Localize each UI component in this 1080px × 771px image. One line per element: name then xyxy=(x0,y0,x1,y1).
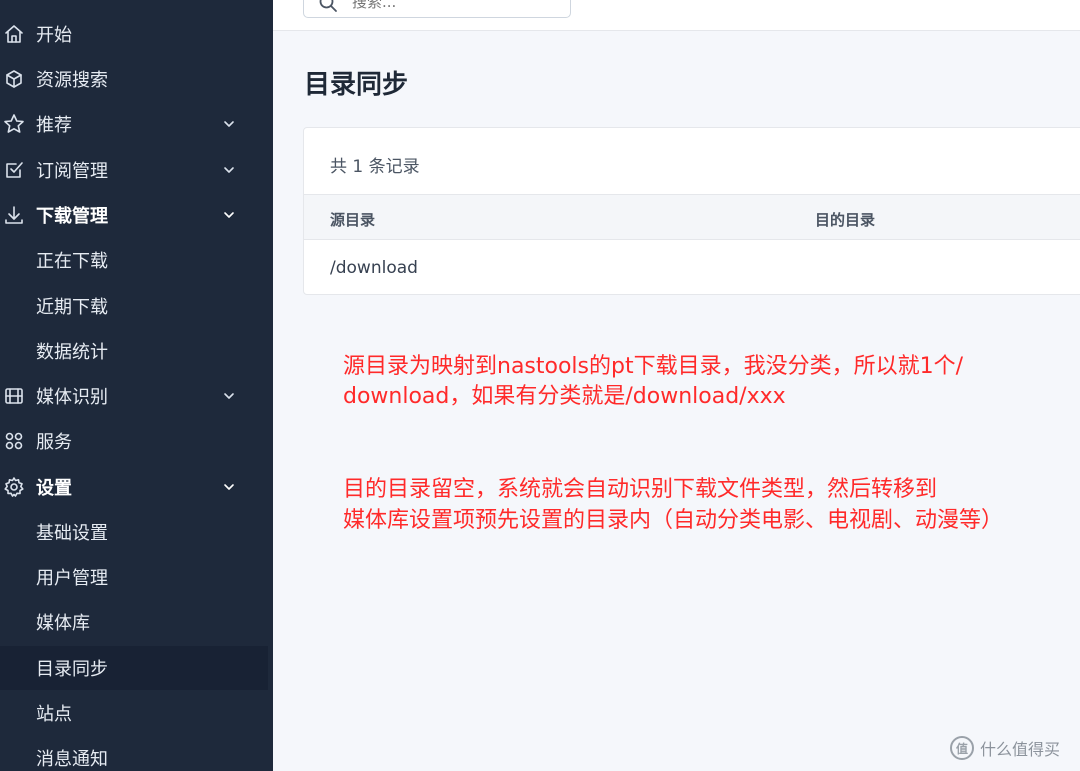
annotation-line-1: 源目录为映射到nastools的pt下载目录，我没分类，所以就1个/ xyxy=(343,354,964,379)
column-header-source: 源目录 xyxy=(330,211,376,229)
cube-icon xyxy=(3,68,25,90)
sidebar-item-media-recognition[interactable]: 媒体识别 xyxy=(0,374,268,418)
sidebar-item-label: 媒体库 xyxy=(36,613,90,634)
sidebar-item-label: 站点 xyxy=(36,704,72,725)
sidebar-item-downloading[interactable]: 正在下载 xyxy=(0,238,268,282)
checkbox-icon xyxy=(3,159,25,181)
sidebar-item-basic-settings[interactable]: 基础设置 xyxy=(0,510,268,554)
sidebar-item-start[interactable]: 开始 xyxy=(0,12,268,56)
sidebar-item-settings[interactable]: 设置 xyxy=(0,465,268,509)
record-count: 共 1 条记录 xyxy=(330,157,420,177)
sidebar-item-download-manager[interactable]: 下载管理 xyxy=(0,193,268,237)
table-cell-source[interactable]: /download xyxy=(330,258,418,278)
gear-icon xyxy=(3,476,25,498)
sidebar-item-label: 媒体识别 xyxy=(36,387,108,408)
watermark-logo: 值 xyxy=(950,736,974,760)
watermark: 值 什么值得买 xyxy=(950,736,1060,760)
sidebar-item-label: 用户管理 xyxy=(36,568,108,589)
sidebar-item-label: 开始 xyxy=(36,25,72,46)
sidebar-item-recent-downloads[interactable]: 近期下载 xyxy=(0,284,268,328)
chevron-down-icon xyxy=(221,388,237,404)
sidebar-item-label: 设置 xyxy=(36,478,72,499)
column-header-destination: 目的目录 xyxy=(815,211,876,229)
chevron-down-icon xyxy=(221,162,237,178)
page-title: 目录同步 xyxy=(304,70,409,100)
sidebar-item-label: 近期下载 xyxy=(36,297,108,318)
sidebar-item-label: 推荐 xyxy=(36,115,72,136)
chevron-down-icon xyxy=(221,207,237,223)
sidebar-item-label: 正在下载 xyxy=(36,251,108,272)
annotation-line-3: 目的目录留空，系统就会自动识别下载文件类型，然后转移到 xyxy=(343,477,938,502)
sidebar: 开始 资源搜索 推荐 订阅管理 下载管理 正在下载 近期下载 数据统计 媒体识别… xyxy=(0,0,273,771)
sidebar-item-directory-sync[interactable]: 目录同步 xyxy=(0,646,268,690)
table-header: 源目录 目的目录 xyxy=(304,194,1080,240)
sidebar-item-statistics[interactable]: 数据统计 xyxy=(0,329,268,373)
search-icon xyxy=(318,0,338,17)
sidebar-item-label: 基础设置 xyxy=(36,523,108,544)
annotation-line-4: 媒体库设置项预先设置的目录内（自动分类电影、电视剧、动漫等） xyxy=(343,508,1004,533)
sidebar-item-notifications[interactable]: 消息通知 xyxy=(0,736,268,771)
search-box[interactable] xyxy=(303,0,571,18)
sidebar-item-services[interactable]: 服务 xyxy=(0,419,268,463)
sidebar-item-label: 资源搜索 xyxy=(36,70,108,91)
chevron-down-icon xyxy=(221,116,237,132)
sidebar-item-recommend[interactable]: 推荐 xyxy=(0,102,268,146)
sidebar-item-user-management[interactable]: 用户管理 xyxy=(0,555,268,599)
sidebar-item-label: 服务 xyxy=(36,432,72,453)
annotation-line-2: download，如果有分类就是/download/xxx xyxy=(343,384,786,409)
sidebar-item-sites[interactable]: 站点 xyxy=(0,691,268,735)
sidebar-item-label: 订阅管理 xyxy=(36,161,108,182)
film-icon xyxy=(3,385,25,407)
sidebar-item-subscription[interactable]: 订阅管理 xyxy=(0,148,268,192)
home-icon xyxy=(3,23,25,45)
chevron-down-icon xyxy=(221,479,237,495)
sidebar-item-label: 目录同步 xyxy=(36,659,108,680)
apps-icon xyxy=(3,430,25,452)
download-icon xyxy=(3,204,25,226)
star-icon xyxy=(3,113,25,135)
search-input[interactable] xyxy=(352,0,552,15)
sidebar-item-resource-search[interactable]: 资源搜索 xyxy=(0,57,268,101)
top-bar xyxy=(273,0,1080,31)
sidebar-item-label: 消息通知 xyxy=(36,749,108,770)
sidebar-item-label: 下载管理 xyxy=(36,206,108,227)
directory-sync-card: 共 1 条记录 源目录 目的目录 /download xyxy=(303,127,1080,295)
sidebar-item-label: 数据统计 xyxy=(36,342,108,363)
watermark-text: 什么值得买 xyxy=(980,740,1061,759)
sidebar-item-media-library[interactable]: 媒体库 xyxy=(0,600,268,644)
